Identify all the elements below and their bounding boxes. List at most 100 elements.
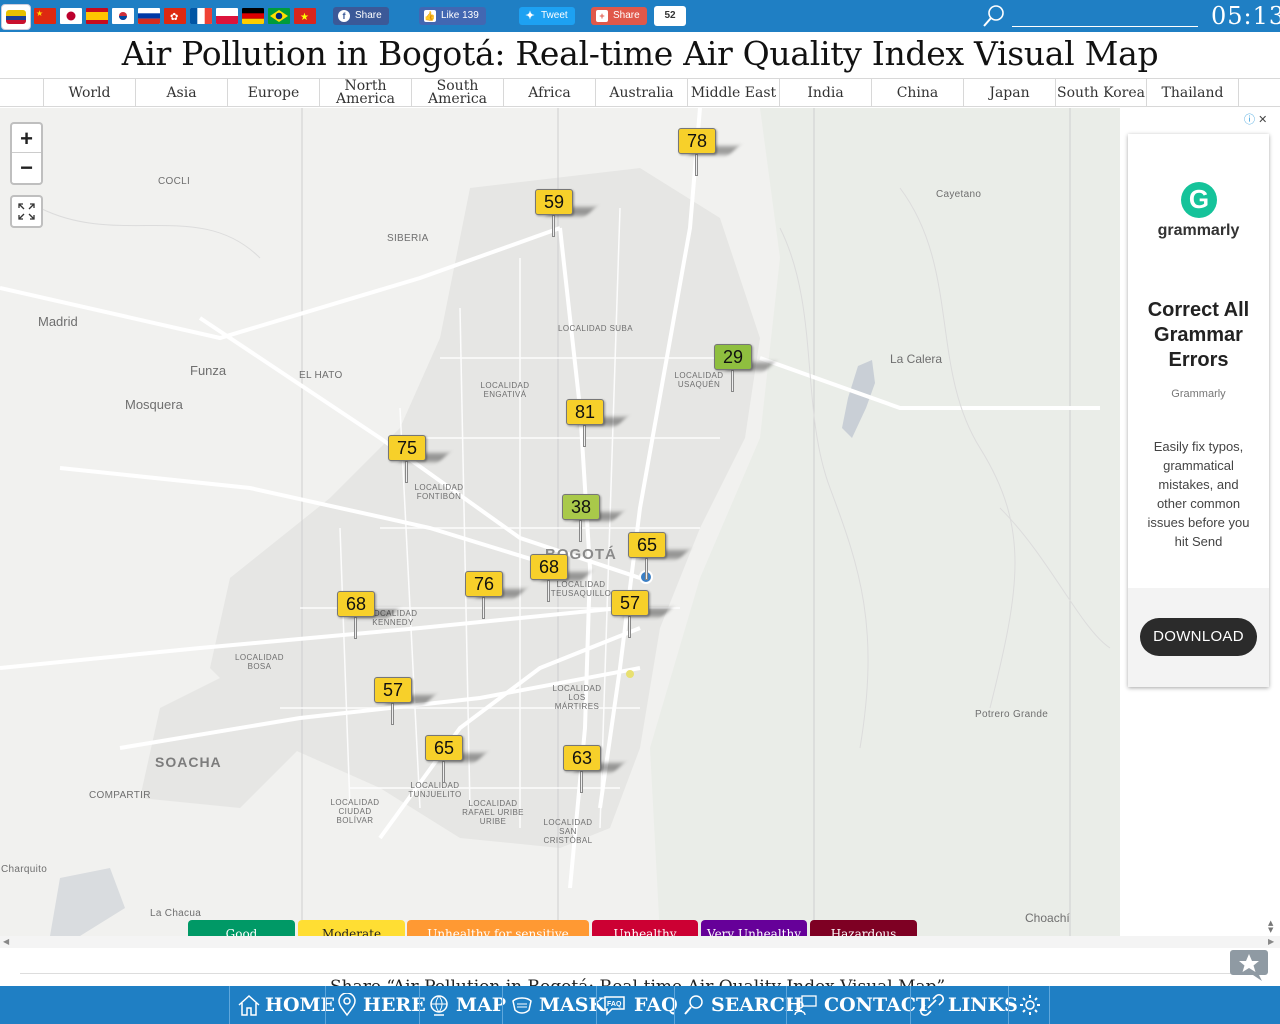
tab-australia[interactable]: Australia xyxy=(595,79,687,107)
place-label: Mosquera xyxy=(125,397,183,412)
tab-south-america[interactable]: South America xyxy=(411,79,503,107)
place-label: Funza xyxy=(190,363,227,378)
addthis-share-button[interactable]: + Share xyxy=(591,7,647,25)
nav-here[interactable]: HERE xyxy=(325,986,426,1024)
south-korea-flag-icon[interactable] xyxy=(112,8,134,24)
station-marker[interactable]: 65 xyxy=(628,532,689,582)
china-flag-icon[interactable]: ★ xyxy=(34,8,56,24)
ad-choices-icon[interactable]: ⓘ ✕ xyxy=(1244,111,1267,127)
tab-thailand[interactable]: Thailand xyxy=(1146,79,1238,107)
tab-more[interactable] xyxy=(1238,79,1280,107)
favorite-star-button[interactable] xyxy=(1229,946,1269,982)
place-label: Cayetano xyxy=(936,189,982,200)
svg-text:★: ★ xyxy=(36,9,43,18)
marker-pin xyxy=(547,580,550,602)
faq-bubble-icon: FAQ xyxy=(604,996,625,1016)
nav-home[interactable]: HOME xyxy=(229,986,335,1024)
aqi-value-badge: 75 xyxy=(388,435,426,461)
nav-links[interactable]: LINKS xyxy=(910,986,1018,1024)
place-label: LOCALIDAD SUBA xyxy=(558,324,633,333)
aqi-value-badge: 65 xyxy=(628,532,666,558)
tab-north-america[interactable]: North America xyxy=(319,79,411,107)
tab-china[interactable]: China xyxy=(871,79,963,107)
marker-pin xyxy=(695,154,698,176)
tab-south-korea[interactable]: South Korea xyxy=(1055,79,1146,107)
tab-middle-east[interactable]: Middle East xyxy=(687,79,779,107)
marker-pin xyxy=(552,215,555,237)
aqi-value-badge: 63 xyxy=(563,745,601,771)
tab-asia[interactable]: Asia xyxy=(135,79,227,107)
station-marker[interactable]: 81 xyxy=(566,399,627,449)
station-marker[interactable]: 68 xyxy=(337,591,398,641)
svg-text:★: ★ xyxy=(300,12,309,23)
nav-search[interactable]: SEARCH xyxy=(674,986,803,1024)
ad-cta-area: DOWNLOAD xyxy=(1128,588,1269,687)
scroll-right-icon[interactable]: ▶ xyxy=(1268,937,1274,946)
zoom-control: + − xyxy=(10,122,43,185)
tweet-button[interactable]: ✦ Tweet xyxy=(519,7,575,25)
hong-kong-flag-icon[interactable]: ✿ xyxy=(164,8,186,24)
aqi-value-badge: 29 xyxy=(714,344,752,370)
brazil-flag-icon[interactable] xyxy=(268,8,290,24)
tab-world[interactable]: World xyxy=(43,79,135,107)
ad-download-button[interactable]: DOWNLOAD xyxy=(1140,618,1257,656)
contact-icon xyxy=(794,995,817,1016)
scroll-arrows-icon[interactable]: ▲ ▼ xyxy=(1268,920,1278,936)
aqi-value-badge: 68 xyxy=(337,591,375,617)
nav-mask[interactable]: MASK xyxy=(502,986,605,1024)
station-marker[interactable]: 63 xyxy=(563,745,624,795)
france-flag-icon[interactable] xyxy=(190,8,212,24)
place-label: Choachí xyxy=(1025,911,1070,925)
station-marker[interactable]: 59 xyxy=(535,189,596,239)
search-icon[interactable] xyxy=(981,3,1007,29)
legend-unhealthy-sensitive: Unhealthy for sensitive groups xyxy=(407,920,589,936)
nav-contact[interactable]: CONTACT xyxy=(786,986,930,1024)
fullscreen-button[interactable] xyxy=(10,195,43,228)
station-marker[interactable]: 68 xyxy=(530,554,591,604)
station-marker[interactable]: 65 xyxy=(425,735,486,785)
station-marker[interactable]: 78 xyxy=(678,128,739,178)
station-marker[interactable]: 29 xyxy=(714,344,775,394)
nav-map[interactable]: MAP xyxy=(419,986,506,1024)
ad-close-icon[interactable]: ✕ xyxy=(1258,114,1267,126)
location-pin-icon xyxy=(338,993,356,1017)
place-label: Madrid xyxy=(38,314,78,329)
zoom-out-button[interactable]: − xyxy=(12,153,41,182)
svg-text:FAQ: FAQ xyxy=(607,1001,622,1008)
colombia-flag-icon[interactable] xyxy=(1,4,31,30)
russia-flag-icon[interactable] xyxy=(138,8,160,24)
tab-japan[interactable]: Japan xyxy=(963,79,1055,107)
place-label: LOCALIDAD SAN CRISTÓBAL xyxy=(543,818,593,845)
nav-faq[interactable]: FAQ FAQ xyxy=(596,986,678,1024)
place-label: LOCALIDAD LOS MÁRTIRES xyxy=(552,684,602,711)
poland-flag-icon[interactable] xyxy=(216,8,238,24)
air-quality-map[interactable]: COCLI SIBERIA Madrid Funza Mosquera EL H… xyxy=(0,108,1120,936)
plus-icon: + xyxy=(596,10,608,22)
station-marker[interactable]: 57 xyxy=(374,677,435,727)
station-marker[interactable]: 38 xyxy=(562,494,623,544)
city-search-input[interactable] xyxy=(1012,5,1198,27)
ad-brand: grammarly xyxy=(1157,222,1240,239)
facebook-like-button[interactable]: 👍 Like 139 xyxy=(419,7,486,25)
place-label: Potrero Grande xyxy=(975,709,1049,720)
japan-flag-icon[interactable] xyxy=(60,8,82,24)
grammarly-logo-icon: G xyxy=(1181,182,1217,218)
spain-flag-icon[interactable] xyxy=(86,8,108,24)
aqi-value-badge: 38 xyxy=(562,494,600,520)
place-label: LOCALIDAD BOSA xyxy=(235,653,284,671)
nav-settings[interactable] xyxy=(1008,986,1050,1024)
advertisement[interactable]: G grammarly Correct All Grammar Errors G… xyxy=(1128,134,1269,687)
vietnam-flag-icon[interactable]: ★ xyxy=(294,8,316,24)
facebook-share-button[interactable]: f Share xyxy=(333,7,389,25)
tab-europe[interactable]: Europe xyxy=(227,79,319,107)
zoom-in-button[interactable]: + xyxy=(12,124,41,153)
horizontal-scrollbar[interactable]: ◀ ▶ xyxy=(0,936,1280,948)
tab-africa[interactable]: Africa xyxy=(503,79,595,107)
germany-flag-icon[interactable] xyxy=(242,8,264,24)
station-marker[interactable]: 57 xyxy=(611,590,672,640)
station-marker[interactable]: 75 xyxy=(388,435,449,485)
aqi-value-badge: 57 xyxy=(611,590,649,616)
station-marker[interactable]: 76 xyxy=(465,571,526,621)
tab-india[interactable]: India xyxy=(779,79,871,107)
scroll-left-icon[interactable]: ◀ xyxy=(3,937,9,946)
